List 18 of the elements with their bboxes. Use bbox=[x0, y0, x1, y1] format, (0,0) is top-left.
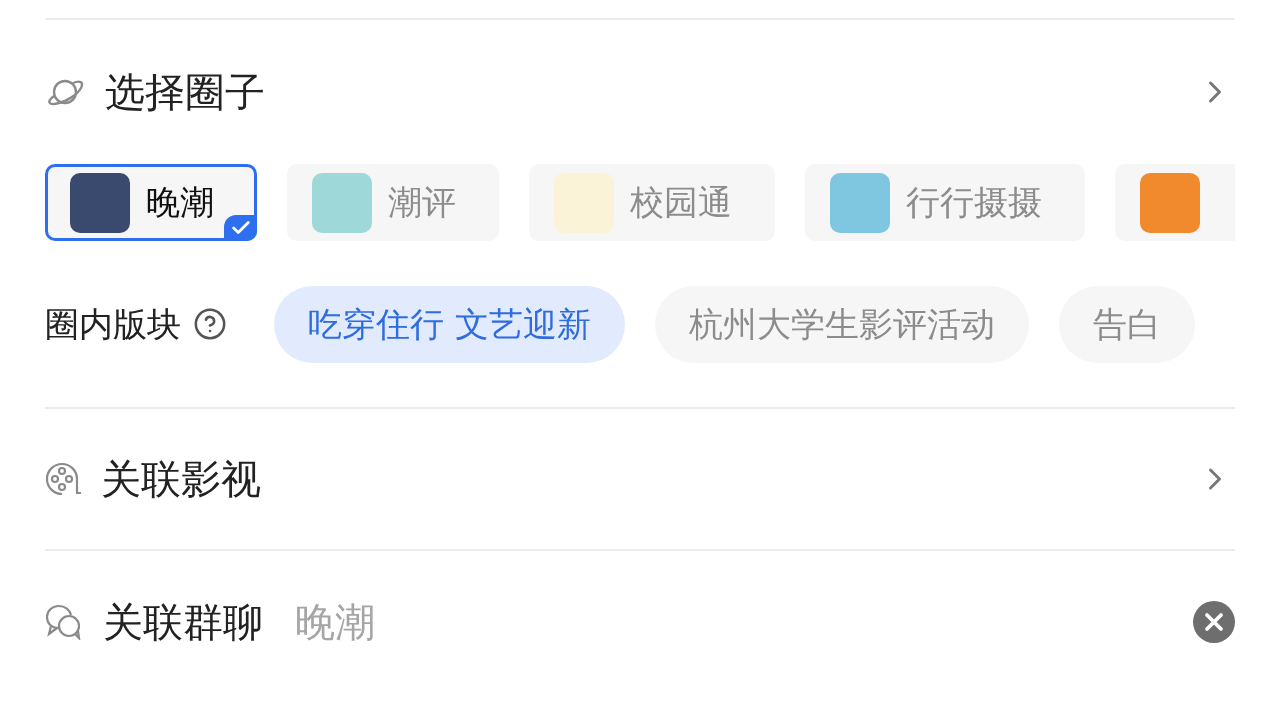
circle-chip[interactable]: 行行摄摄 bbox=[805, 164, 1085, 241]
circle-chip[interactable] bbox=[1115, 164, 1235, 241]
section-title: 选择圈子 bbox=[105, 68, 265, 117]
board-tag[interactable]: 告白 bbox=[1058, 285, 1195, 363]
board-tag[interactable]: 吃穿住行 文艺迎新 bbox=[274, 285, 625, 363]
board-label: 圈内版块 bbox=[45, 302, 181, 346]
help-icon[interactable] bbox=[193, 307, 227, 341]
chat-bubbles-icon bbox=[45, 604, 83, 640]
board-tag[interactable]: 杭州大学生影评活动 bbox=[654, 285, 1029, 363]
clear-button[interactable] bbox=[1193, 601, 1235, 643]
circle-chip[interactable]: 校园通 bbox=[529, 164, 775, 241]
group-chat-value: 晚潮 bbox=[295, 598, 375, 647]
row-title: 关联影视 bbox=[101, 455, 261, 504]
film-reel-icon bbox=[45, 462, 81, 496]
circle-chip[interactable]: 潮评 bbox=[287, 164, 499, 241]
check-icon bbox=[224, 215, 257, 241]
circle-chip[interactable]: 晚潮 bbox=[45, 164, 257, 241]
row-title: 关联群聊 bbox=[103, 598, 263, 647]
